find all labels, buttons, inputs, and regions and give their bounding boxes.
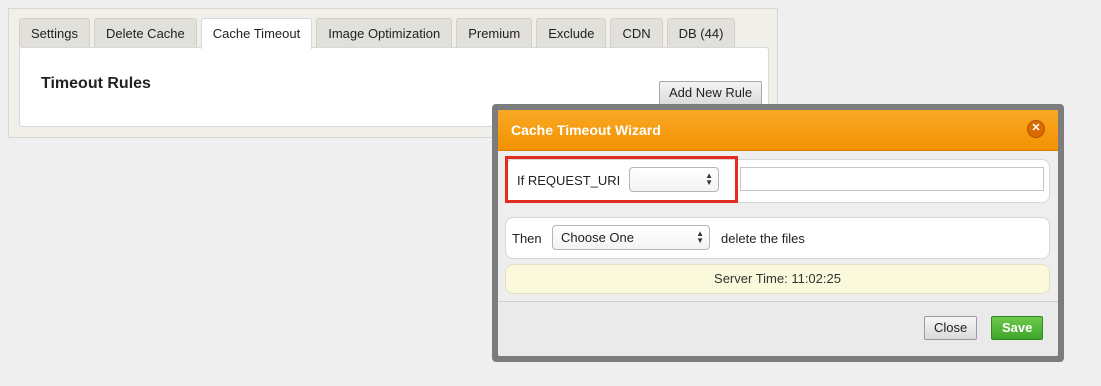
page-title: Timeout Rules bbox=[41, 75, 151, 92]
dialog-body: Cache Timeout Wizard ✕ If REQUEST_URI ▲ ▼… bbox=[498, 110, 1058, 356]
tab-exclude[interactable]: Exclude bbox=[536, 18, 607, 47]
tab-db[interactable]: DB (44) bbox=[666, 18, 736, 47]
tab-image-optimization[interactable]: Image Optimization bbox=[316, 18, 453, 47]
tab-cache-timeout[interactable]: Cache Timeout bbox=[200, 18, 313, 49]
cache-timeout-wizard-dialog: Cache Timeout Wizard ✕ If REQUEST_URI ▲ ▼… bbox=[492, 104, 1064, 362]
tab-premium[interactable]: Premium bbox=[456, 18, 533, 47]
server-time: Server Time: 11:02:25 bbox=[714, 271, 841, 286]
condition-label: If REQUEST_URI bbox=[517, 173, 621, 188]
select-arrows-icon: ▲ ▼ bbox=[705, 171, 713, 187]
action-select-value: Choose One bbox=[561, 230, 634, 245]
dialog-title: Cache Timeout Wizard bbox=[511, 122, 661, 138]
action-row: Then Choose One ▲ ▼ delete the files bbox=[505, 217, 1050, 259]
condition-value-input[interactable] bbox=[740, 167, 1044, 191]
close-icon[interactable]: ✕ bbox=[1027, 120, 1045, 138]
condition-row: If REQUEST_URI ▲ ▼ bbox=[505, 159, 1050, 203]
dialog-footer: Close Save bbox=[498, 301, 1058, 356]
dialog-header: Cache Timeout Wizard ✕ bbox=[498, 110, 1058, 151]
tab-settings[interactable]: Settings bbox=[19, 18, 90, 47]
action-select[interactable]: Choose One ▲ ▼ bbox=[552, 225, 710, 250]
tab-cdn[interactable]: CDN bbox=[610, 18, 663, 47]
add-new-rule-button[interactable]: Add New Rule bbox=[659, 81, 763, 105]
action-suffix-label: delete the files bbox=[721, 231, 805, 246]
tab-delete-cache[interactable]: Delete Cache bbox=[93, 18, 197, 47]
server-time-notice: Server Time: 11:02:25 bbox=[505, 264, 1050, 294]
save-button[interactable]: Save bbox=[991, 316, 1044, 340]
tab-bar: Settings Delete Cache Cache Timeout Imag… bbox=[19, 18, 736, 49]
condition-select[interactable]: ▲ ▼ bbox=[629, 167, 719, 192]
action-label: Then bbox=[512, 231, 542, 246]
select-arrows-icon: ▲ ▼ bbox=[696, 229, 704, 245]
close-button[interactable]: Close bbox=[924, 316, 978, 340]
